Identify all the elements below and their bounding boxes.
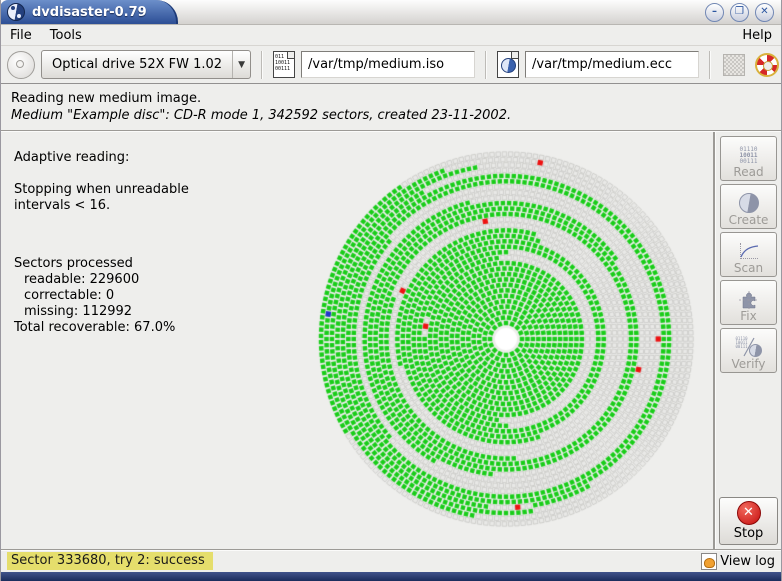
stop-x-icon: ✕ <box>737 501 761 525</box>
optical-disc-icon <box>7 51 35 79</box>
verify-compare-icon: 011101001100111 <box>736 337 762 357</box>
scan-button[interactable]: Scan <box>720 232 777 277</box>
help-lifebuoy-icon[interactable] <box>755 53 779 77</box>
sectors-title: Sectors processed <box>14 256 189 272</box>
ecc-file-input[interactable] <box>525 51 699 78</box>
status-header: Reading new medium image. Medium "Exampl… <box>1 85 781 131</box>
stopping-line1: Stopping when unreadable <box>14 182 189 198</box>
maximize-button[interactable]: ❐ <box>730 3 749 22</box>
window-title: dvdisaster-0.79 <box>32 5 147 20</box>
create-button[interactable]: Create <box>720 184 777 229</box>
toolbar-separator <box>709 51 711 79</box>
window-bottom-frame <box>0 572 782 581</box>
stop-label: Stop <box>734 526 764 541</box>
drive-selector-value: Optical drive 52X FW 1.02 <box>42 57 232 72</box>
toolbar-separator <box>485 51 487 79</box>
fix-puzzle-icon <box>739 291 759 309</box>
read-label: Read <box>733 165 763 179</box>
create-yinyang-icon <box>739 193 759 213</box>
status-line1: Reading new medium image. <box>11 91 781 106</box>
read-binary-icon: 01110 10011 00111 <box>739 147 757 165</box>
yinyang-glyph <box>501 58 516 73</box>
sectors-readable: readable: 229600 <box>14 272 189 288</box>
titlebar-tab[interactable]: dvdisaster-0.79 <box>0 0 178 24</box>
stop-button[interactable]: ✕ Stop <box>719 497 778 545</box>
status-line2: Medium "Example disc": CD-R mode 1, 3425… <box>11 108 781 123</box>
toolbar: Optical drive 52X FW 1.02 ▼ 011100110011… <box>1 46 781 84</box>
stopping-line2: intervals < 16. <box>14 198 189 214</box>
total-recoverable: Total recoverable: 67.0% <box>14 320 189 336</box>
fix-label: Fix <box>740 309 756 323</box>
menubar: File Tools Help <box>1 25 781 46</box>
sectors-missing: missing: 112992 <box>14 304 189 320</box>
sector-status-message: Sector 333680, try 2: success <box>7 552 213 570</box>
toolbar-separator <box>261 51 263 79</box>
app-yinyang-icon <box>7 3 25 21</box>
main-panel: Adaptive reading: Stopping when unreadab… <box>1 132 713 549</box>
verify-button[interactable]: 011101001100111 Verify <box>720 328 777 373</box>
view-log-icon <box>701 553 717 570</box>
fix-button[interactable]: Fix <box>720 280 777 325</box>
menu-tools[interactable]: Tools <box>41 27 91 44</box>
menu-file[interactable]: File <box>1 27 41 44</box>
app-window: dvdisaster-0.79 – ❐ ✕ File Tools Help Op… <box>0 0 782 581</box>
scan-label: Scan <box>734 261 763 275</box>
sectors-correctable: correctable: 0 <box>14 288 189 304</box>
chevron-down-icon[interactable]: ▼ <box>232 51 250 78</box>
read-button[interactable]: 01110 10011 00111 Read <box>720 136 777 181</box>
view-log-button[interactable]: View log <box>701 553 775 570</box>
reading-mode-label: Adaptive reading: <box>14 150 189 166</box>
scan-curve-icon <box>738 243 760 261</box>
view-log-label: View log <box>720 554 775 569</box>
verify-label: Verify <box>731 357 765 371</box>
titlebar: dvdisaster-0.79 – ❐ ✕ <box>0 0 782 25</box>
statusbar: Sector 333680, try 2: success View log <box>1 549 781 572</box>
menu-help[interactable]: Help <box>733 27 781 44</box>
info-panel: Adaptive reading: Stopping when unreadab… <box>14 150 189 336</box>
preferences-icon-disabled <box>723 54 745 76</box>
minimize-button[interactable]: – <box>705 3 724 22</box>
content-area: Adaptive reading: Stopping when unreadab… <box>1 132 781 549</box>
window-left-frame <box>0 0 1 581</box>
image-file-icon: 0111001100111 <box>273 51 295 78</box>
image-file-input[interactable] <box>301 51 475 78</box>
drive-selector[interactable]: Optical drive 52X FW 1.02 ▼ <box>41 50 251 79</box>
sidebar: 01110 10011 00111 Read Create Scan <box>716 132 781 549</box>
close-button[interactable]: ✕ <box>755 3 774 22</box>
ecc-file-icon <box>497 51 519 78</box>
create-label: Create <box>729 213 769 227</box>
